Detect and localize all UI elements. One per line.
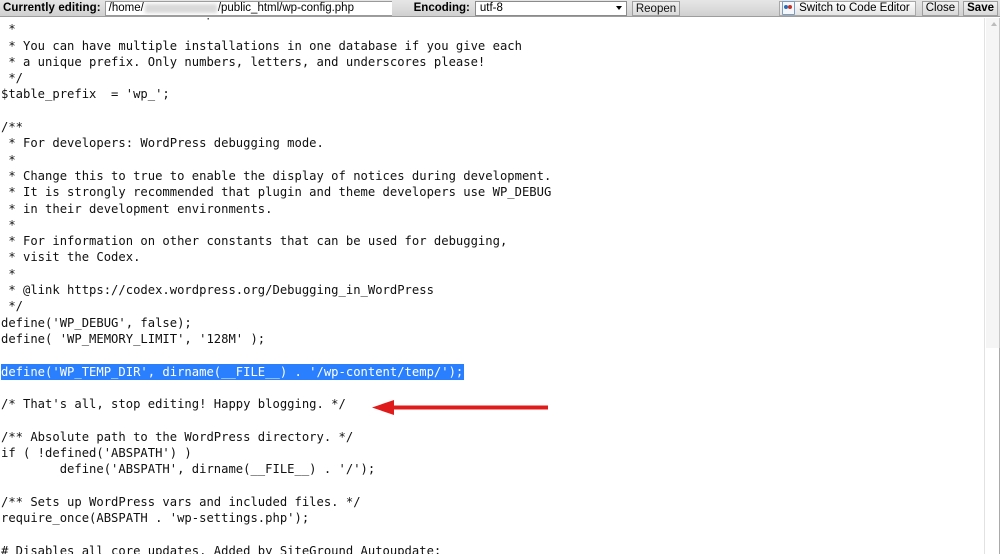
code-line[interactable] bbox=[1, 347, 984, 363]
code-line-selected[interactable]: define('WP_TEMP_DIR', dirname(__FILE__) … bbox=[1, 363, 465, 380]
switch-to-code-editor-button[interactable]: Switch to Code Editor bbox=[779, 0, 916, 16]
file-path-display: /home/ /public_html/wp-config.php bbox=[104, 0, 392, 16]
code-line[interactable] bbox=[1, 412, 984, 428]
code-line[interactable]: if ( !defined('ABSPATH') ) bbox=[1, 445, 984, 461]
encoding-select[interactable]: utf-8 bbox=[474, 0, 627, 16]
code-line[interactable]: * in their development environments. bbox=[1, 201, 984, 217]
code-editor-area[interactable]: * WordPress Database Table prefix. * * Y… bbox=[0, 18, 1000, 554]
code-line[interactable]: /** Sets up WordPress vars and included … bbox=[1, 494, 984, 510]
close-button[interactable]: Close bbox=[921, 0, 960, 16]
vertical-scrollbar-track[interactable] bbox=[986, 348, 1000, 554]
code-line[interactable]: define('WP_TEMP_DIR', dirname(__FILE__) … bbox=[1, 363, 984, 380]
encoding-select-value: utf-8 bbox=[479, 2, 503, 14]
code-line[interactable] bbox=[1, 380, 984, 396]
switch-to-code-editor-label: Switch to Code Editor bbox=[799, 2, 910, 14]
reopen-button[interactable]: Reopen bbox=[631, 0, 681, 16]
redacted-username bbox=[144, 3, 217, 13]
code-line[interactable]: /* That's all, stop editing! Happy blogg… bbox=[1, 396, 984, 412]
code-line[interactable]: # Disables all core updates. Added by Si… bbox=[1, 543, 984, 554]
code-line[interactable]: * bbox=[1, 266, 984, 282]
code-line[interactable]: * visit the Codex. bbox=[1, 249, 984, 265]
code-line[interactable]: define('WP_DEBUG', false); bbox=[1, 315, 984, 331]
code-text[interactable]: * WordPress Database Table prefix. * * Y… bbox=[0, 18, 984, 554]
code-line[interactable]: */ bbox=[1, 70, 984, 86]
code-line[interactable] bbox=[1, 103, 984, 119]
code-line[interactable]: * @link https://codex.wordpress.org/Debu… bbox=[1, 282, 984, 298]
currently-editing-label: Currently editing: bbox=[3, 2, 101, 14]
code-line[interactable]: * bbox=[1, 152, 984, 168]
code-line[interactable]: /** Absolute path to the WordPress direc… bbox=[1, 429, 984, 445]
save-button[interactable]: Save bbox=[963, 0, 998, 16]
vertical-scrollbar-thumb[interactable] bbox=[986, 18, 1000, 348]
chevron-down-icon bbox=[615, 6, 622, 10]
code-line[interactable]: define('ABSPATH', dirname(__FILE__) . '/… bbox=[1, 461, 984, 477]
vertical-scrollbar[interactable] bbox=[984, 18, 1000, 554]
code-line[interactable]: require_once(ABSPATH . 'wp-settings.php'… bbox=[1, 510, 984, 526]
code-line[interactable]: * You can have multiple installations in… bbox=[1, 38, 984, 54]
code-line[interactable]: * For information on other constants tha… bbox=[1, 233, 984, 249]
editor-toolbar: Currently editing: /home/ /public_html/wp… bbox=[0, 0, 1000, 17]
encoding-label: Encoding: bbox=[413, 2, 470, 14]
file-path-suffix: /public_html/wp-config.php bbox=[217, 1, 354, 14]
code-line[interactable]: */ bbox=[1, 298, 984, 314]
scroll-up-caret-icon bbox=[991, 22, 997, 26]
code-line[interactable]: * Change this to true to enable the disp… bbox=[1, 168, 984, 184]
code-line[interactable]: * a unique prefix. Only numbers, letters… bbox=[1, 54, 984, 70]
code-line[interactable]: * bbox=[1, 217, 984, 233]
code-line[interactable]: * bbox=[1, 21, 984, 37]
code-line[interactable]: /** bbox=[1, 119, 984, 135]
code-line[interactable]: * It is strongly recommended that plugin… bbox=[1, 184, 984, 200]
code-line[interactable]: define( 'WP_MEMORY_LIMIT', '128M' ); bbox=[1, 331, 984, 347]
code-line[interactable] bbox=[1, 527, 984, 543]
code-page-icon bbox=[782, 1, 796, 15]
code-line[interactable]: * For developers: WordPress debugging mo… bbox=[1, 135, 984, 151]
code-line[interactable] bbox=[1, 478, 984, 494]
file-path-prefix: /home/ bbox=[108, 1, 144, 14]
code-line[interactable]: $table_prefix = 'wp_'; bbox=[1, 86, 984, 102]
